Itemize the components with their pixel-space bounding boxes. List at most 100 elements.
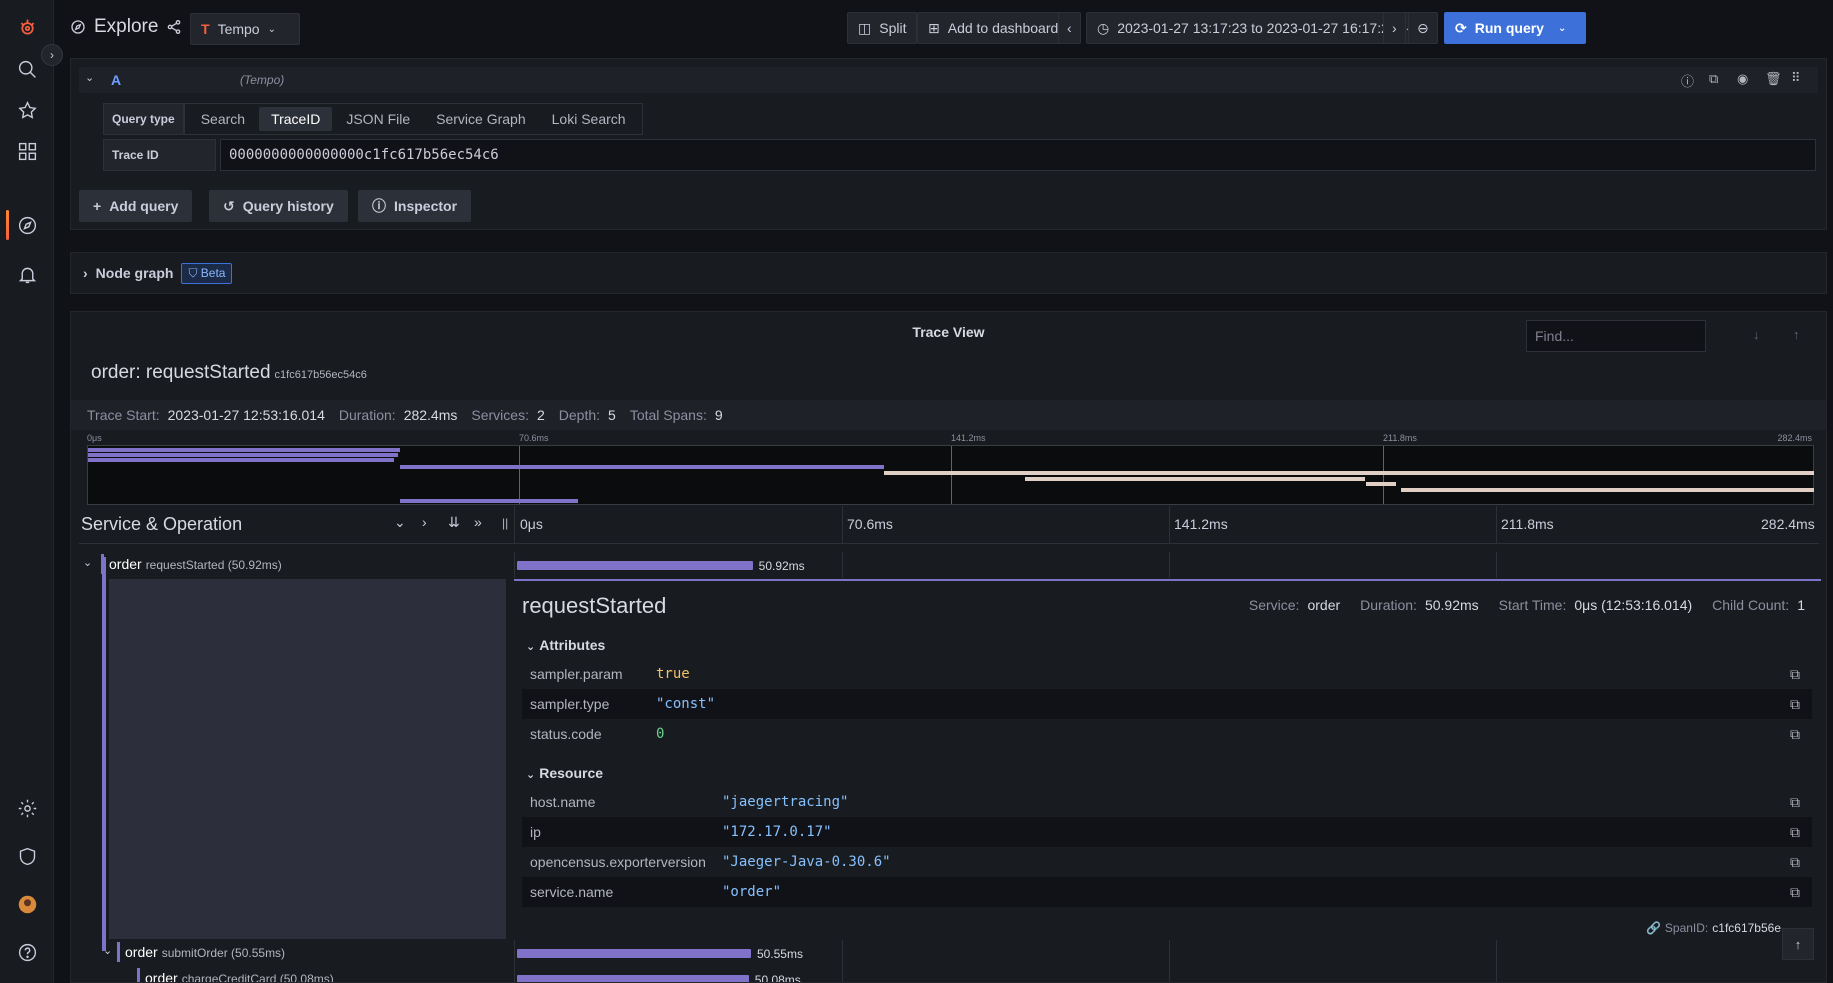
bell-icon[interactable] bbox=[12, 259, 42, 289]
meta-services-value: 2 bbox=[536, 407, 545, 423]
trace-minimap[interactable]: 0μs 70.6ms 141.2ms 211.8ms 282.4ms bbox=[87, 433, 1814, 505]
datasource-picker[interactable]: T Tempo ⌄ bbox=[190, 13, 300, 45]
arrow-down-icon[interactable]: ↓ bbox=[1753, 327, 1760, 342]
collapse-chevron-icon[interactable]: ⌄ bbox=[85, 71, 94, 84]
detail-start-value: 0μs (12:53:16.014) bbox=[1574, 597, 1693, 613]
span-id-value: c1fc617b56e bbox=[1712, 921, 1781, 935]
top-bar: Explore T Tempo ⌄ ◫ Split ⊞ Add to dashb… bbox=[54, 0, 1833, 58]
arrow-up-icon[interactable]: ↑ bbox=[1793, 327, 1800, 342]
trace-view-panel: Trace View Find... ↓ ↑ order: requestSta… bbox=[70, 311, 1827, 983]
expand-one-icon[interactable]: › bbox=[422, 514, 427, 530]
trace-id-input[interactable]: 0000000000000000c1fc617b56ec54c6 bbox=[220, 139, 1816, 171]
chevron-down-icon[interactable]: ⌄ bbox=[103, 944, 112, 957]
find-input[interactable]: Find... bbox=[1526, 320, 1706, 352]
copy-icon[interactable]: ⧉ bbox=[1790, 794, 1800, 811]
zoom-out-icon: ⊖ bbox=[1417, 19, 1429, 36]
help-icon[interactable]: ⓘ bbox=[1681, 71, 1694, 90]
span-detail-meta: Service: order Duration: 50.92ms Start Tim… bbox=[1249, 597, 1805, 613]
detail-start-label: Start Time: bbox=[1498, 597, 1567, 613]
span-row[interactable]: ⌄ order submitOrder (50.55ms) 50.55ms ↑ bbox=[79, 928, 1819, 966]
help-icon[interactable] bbox=[12, 937, 42, 967]
span-name: order submitOrder (50.55ms) bbox=[125, 944, 285, 960]
span-name: order chargeCreditCard (50.08ms) bbox=[145, 970, 334, 982]
detail-service-value: order bbox=[1307, 597, 1341, 613]
time-forward-button[interactable]: › bbox=[1383, 12, 1406, 44]
tab-search[interactable]: Search bbox=[189, 107, 257, 131]
span-row[interactable]: order chargeCreditCard (50.08ms) 50.08ms bbox=[79, 966, 1819, 982]
beta-badge-label: Beta bbox=[200, 265, 226, 280]
tick-line bbox=[842, 552, 843, 578]
minimap-tick: 70.6ms bbox=[519, 433, 549, 443]
node-graph-collapse[interactable]: › Node graph ⛉ Beta bbox=[70, 252, 1827, 294]
minimap-canvas[interactable] bbox=[87, 445, 1814, 505]
query-ref-id[interactable]: A bbox=[111, 72, 121, 88]
star-icon[interactable] bbox=[12, 95, 42, 125]
add-to-dashboard-button[interactable]: ⊞ Add to dashboard bbox=[917, 12, 1070, 44]
tab-loki-search[interactable]: Loki Search bbox=[540, 107, 638, 131]
copy-icon[interactable]: ⧉ bbox=[1790, 696, 1800, 713]
chevron-down-icon: ⌄ bbox=[526, 769, 536, 781]
copy-icon[interactable]: ⧉ bbox=[1790, 854, 1800, 871]
time-range-picker[interactable]: ◷ 2023-01-27 13:17:23 to 2023-01-27 16:1… bbox=[1086, 12, 1425, 44]
chevron-down-icon[interactable]: ⌄ bbox=[83, 556, 92, 569]
span-row[interactable]: ⌄ order requestStarted (50.92ms) 50.92ms bbox=[79, 552, 1819, 578]
span-tree-line bbox=[102, 557, 106, 951]
eye-icon[interactable]: ◉ bbox=[1737, 71, 1748, 87]
copy-icon[interactable]: ⧉ bbox=[1790, 726, 1800, 743]
copy-icon[interactable]: ⧉ bbox=[1790, 666, 1800, 683]
inspector-button[interactable]: ⓘ Inspector bbox=[358, 190, 472, 222]
dashboards-icon[interactable] bbox=[12, 136, 42, 166]
grafana-logo-icon[interactable] bbox=[12, 12, 42, 42]
attributes-section-toggle[interactable]: ⌄ Attributes bbox=[526, 637, 605, 653]
service-operation-header: Service & Operation bbox=[81, 514, 243, 534]
query-history-button[interactable]: ↺ Query history bbox=[209, 190, 348, 222]
info-circle-icon: ⓘ bbox=[372, 198, 386, 214]
datasource-name: Tempo bbox=[217, 21, 260, 37]
scroll-top-button[interactable]: ↑ bbox=[1782, 928, 1814, 960]
span-duration-label: 50.55ms bbox=[756, 947, 803, 961]
explore-compass-icon[interactable] bbox=[12, 210, 42, 240]
add-query-button[interactable]: + Add query bbox=[79, 190, 193, 222]
resource-key: ip bbox=[530, 824, 541, 840]
tab-traceid[interactable]: TraceID bbox=[259, 107, 333, 131]
zoom-out-button[interactable]: ⊖ bbox=[1408, 12, 1438, 44]
split-label: Split bbox=[879, 20, 907, 36]
time-back-button[interactable]: ‹ bbox=[1058, 12, 1081, 44]
search-icon[interactable] bbox=[12, 54, 42, 84]
history-icon: ↺ bbox=[223, 197, 235, 214]
tick-line bbox=[1496, 552, 1497, 578]
attribute-row: sampler.param true ⧉ bbox=[522, 659, 1812, 689]
tab-service-graph[interactable]: Service Graph bbox=[424, 107, 537, 131]
collapse-all-icon[interactable]: ⇊ bbox=[448, 514, 460, 531]
detail-service-label: Service: bbox=[1248, 597, 1300, 613]
copy-icon[interactable]: ⧉ bbox=[1790, 884, 1800, 901]
share-icon[interactable] bbox=[166, 19, 182, 35]
trash-icon[interactable]: 🗑 bbox=[1765, 71, 1782, 87]
apps-icon: ⊞ bbox=[928, 19, 940, 36]
column-resizer-handle[interactable]: || bbox=[502, 516, 508, 530]
span-id-link[interactable]: 🔗 SpanID: c1fc617b56e bbox=[1646, 921, 1781, 935]
resource-key: service.name bbox=[530, 884, 614, 900]
copy-icon[interactable]: ⧉ bbox=[1709, 71, 1718, 87]
attribute-row: sampler.type "const" ⧉ bbox=[522, 689, 1812, 719]
avatar[interactable] bbox=[12, 889, 42, 919]
tab-json-file[interactable]: JSON File bbox=[334, 107, 422, 131]
collapse-one-icon[interactable]: ⌄ bbox=[394, 514, 406, 531]
span-service: order bbox=[109, 556, 142, 572]
copy-icon[interactable]: ⧉ bbox=[1790, 824, 1800, 841]
resource-key: opencensus.exporterversion bbox=[530, 854, 706, 870]
timeline-divider bbox=[514, 552, 515, 578]
split-button[interactable]: ◫ Split bbox=[847, 12, 918, 44]
meta-duration-label: Duration: bbox=[338, 407, 396, 423]
gear-icon[interactable] bbox=[12, 793, 42, 823]
expand-all-icon[interactable]: » bbox=[474, 514, 482, 530]
drag-handle-icon[interactable]: ⠿ bbox=[1791, 70, 1801, 86]
tick-line bbox=[1496, 966, 1497, 982]
run-query-button[interactable]: ⟳ Run query ⌄ bbox=[1444, 12, 1586, 44]
shield-icon[interactable] bbox=[12, 841, 42, 871]
meta-spans-value: 9 bbox=[714, 407, 723, 423]
span-id-label: SpanID: bbox=[1664, 921, 1709, 935]
minimap-tick: 141.2ms bbox=[951, 433, 986, 443]
resource-section-toggle[interactable]: ⌄ Resource bbox=[526, 765, 603, 781]
page-title: Explore bbox=[94, 16, 159, 37]
